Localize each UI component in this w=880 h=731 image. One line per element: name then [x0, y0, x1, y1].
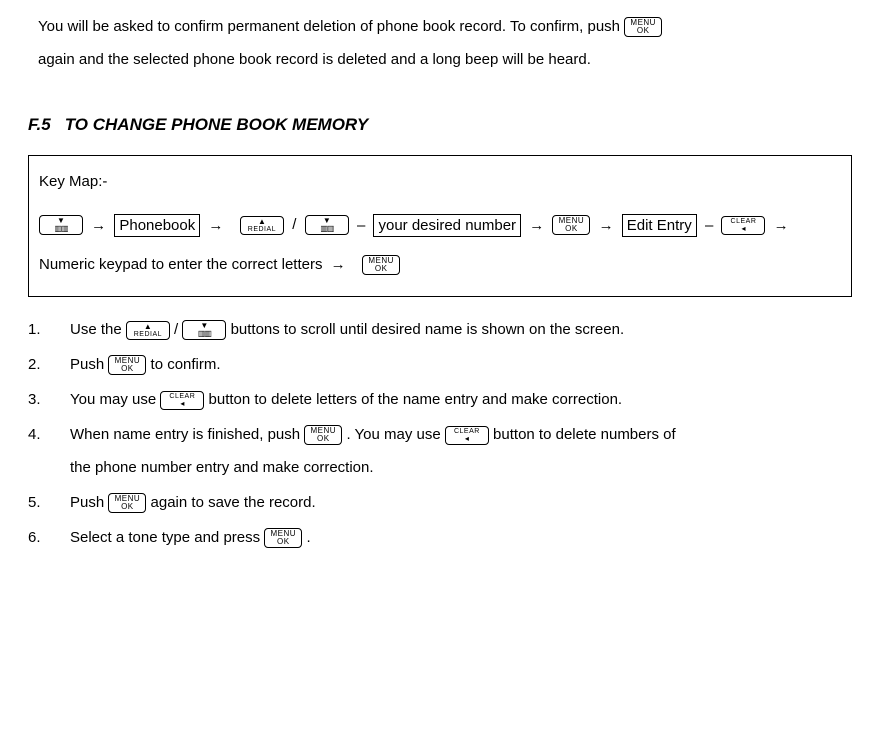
list-item: 2. Push MENU OK to confirm. [28, 348, 852, 381]
steps-list: 1. Use the ▲ REDIAL / ▼ ▥▥ buttons to sc… [28, 313, 852, 554]
arrow-right-icon: → [327, 245, 350, 284]
down-button-icon: ▼ ▥▥ [182, 320, 226, 340]
intro-text-2: again and the selected phone book record… [38, 51, 591, 68]
step-number: 4. [28, 418, 70, 484]
keymap-box: Key Map:- ▼ ▥▥ → Phonebook → ▲ REDIAL / … [28, 155, 852, 297]
step-number: 5. [28, 486, 70, 519]
intro-text-1: You will be asked to confirm permanent d… [38, 18, 624, 35]
step-body: When name entry is finished, push MENU O… [70, 418, 852, 484]
menu-ok-button-icon: MENU OK [304, 425, 342, 445]
desired-number-box: your desired number [373, 214, 521, 237]
arrow-right-icon: → [595, 206, 618, 245]
menu-ok-button-icon: MENU OK [264, 528, 302, 548]
step-number: 1. [28, 313, 70, 346]
list-item: 4. When name entry is finished, push MEN… [28, 418, 852, 484]
step-body: Push MENU OK to confirm. [70, 348, 852, 381]
arrow-right-icon: → [525, 206, 548, 245]
section-title: TO CHANGE PHONE BOOK MEMORY [65, 115, 369, 134]
dash-icon: – [701, 206, 717, 245]
menu-ok-button-icon: MENU OK [552, 215, 590, 235]
menu-ok-button-icon: MENU OK [362, 255, 400, 275]
numeric-keypad-text: Numeric keypad to enter the correct lett… [39, 256, 322, 273]
edit-entry-box: Edit Entry [622, 214, 697, 237]
phonebook-box: Phonebook [114, 214, 200, 237]
section-number: F.5 [28, 106, 60, 143]
list-item: 5. Push MENU OK again to save the record… [28, 486, 852, 519]
step-body: Push MENU OK again to save the record. [70, 486, 852, 519]
step-number: 2. [28, 348, 70, 381]
step-number: 3. [28, 383, 70, 416]
page: You will be asked to confirm permanent d… [0, 0, 880, 576]
step-body: You may use CLEAR ◂ button to delete let… [70, 383, 852, 416]
arrow-right-icon: → [87, 206, 110, 245]
menu-ok-button-icon: MENU OK [108, 355, 146, 375]
redial-up-button-icon: ▲ REDIAL [240, 216, 284, 235]
dash-icon: – [353, 206, 369, 245]
menu-ok-button-icon: MENU OK [108, 493, 146, 513]
redial-up-button-icon: ▲ REDIAL [126, 321, 170, 340]
step-body: Use the ▲ REDIAL / ▼ ▥▥ buttons to scrol… [70, 313, 852, 346]
list-item: 3. You may use CLEAR ◂ button to delete … [28, 383, 852, 416]
arrow-right-icon: → [770, 206, 793, 245]
clear-button-icon: CLEAR ◂ [445, 426, 489, 445]
list-item: 6. Select a tone type and press MENU OK … [28, 521, 852, 554]
keymap-flow: ▼ ▥▥ → Phonebook → ▲ REDIAL / ▼ ▥▥ – you… [39, 205, 841, 284]
step-body: Select a tone type and press MENU OK . [70, 521, 852, 554]
keymap-title: Key Map:- [39, 162, 841, 201]
arrow-right-icon: → [204, 206, 227, 245]
clear-button-icon: CLEAR ◂ [160, 391, 204, 410]
slash: / [292, 216, 296, 233]
section-heading: F.5 TO CHANGE PHONE BOOK MEMORY [28, 106, 852, 143]
clear-button-icon: CLEAR ◂ [721, 216, 765, 235]
down-button-icon: ▼ ▥▥ [305, 215, 349, 235]
step-number: 6. [28, 521, 70, 554]
intro-paragraph: You will be asked to confirm permanent d… [38, 10, 852, 76]
list-item: 1. Use the ▲ REDIAL / ▼ ▥▥ buttons to sc… [28, 313, 852, 346]
menu-ok-button-icon: MENU OK [624, 17, 662, 37]
down-button-icon: ▼ ▥▥ [39, 215, 83, 235]
